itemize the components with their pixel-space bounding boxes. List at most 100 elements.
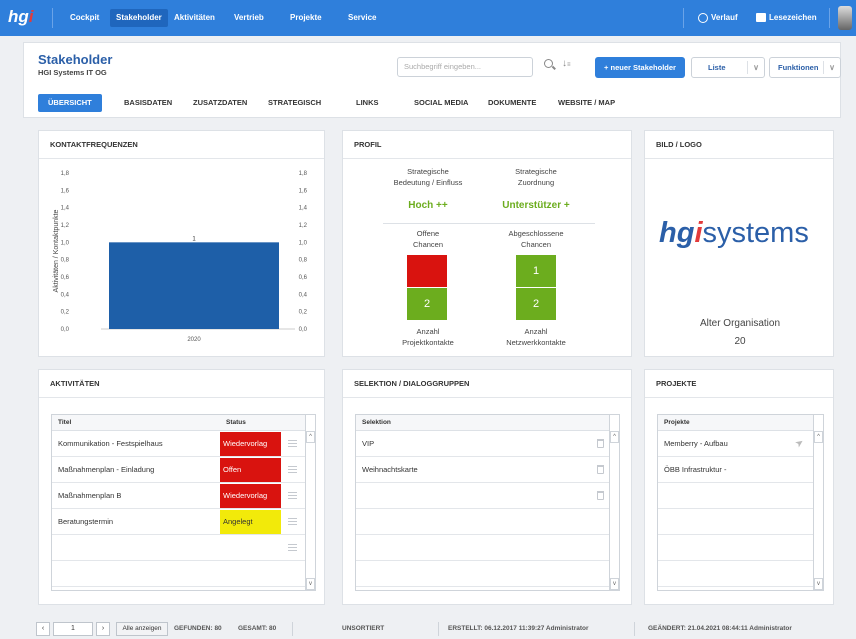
clock-icon [698,12,708,23]
page-number-input[interactable]: 1 [53,622,93,636]
scroll-up-icon[interactable]: ^ [814,431,823,443]
label-line: Chancen [520,240,552,249]
trash-icon[interactable] [597,491,604,500]
alter-value: 20 [734,336,746,347]
project-contacts-count[interactable]: 2 [407,288,447,320]
table-row[interactable] [658,561,823,587]
y-tick-label-right: 0,0 [299,327,308,333]
divider [829,8,830,28]
logo-systems: systems [702,217,809,249]
tab-uebersicht[interactable]: ÜBERSICHT [38,94,102,112]
table-row[interactable] [52,535,315,561]
menu-icon[interactable] [288,544,297,551]
y-tick-label-left: 1,4 [61,206,70,212]
nav-projekte[interactable]: Projekte [284,0,328,36]
table-row[interactable]: ÖBB Infrastruktur - [658,457,823,483]
scroll-down-icon[interactable]: v [306,578,315,590]
table-row[interactable] [356,535,619,561]
nav-service[interactable]: Service [342,0,382,36]
scrollbar[interactable]: ^ v [609,415,619,590]
search-icon[interactable] [544,59,553,68]
table-row[interactable]: Maßnahmenplan - Einladung Offen [52,457,315,483]
selektion-table: Selektion VIP Weihnachtskarte ^ v [355,414,620,591]
scroll-down-icon[interactable]: v [610,578,619,590]
list-label: Liste [708,63,726,72]
scroll-up-icon[interactable]: ^ [306,431,315,443]
profil-card: PROFIL Strategische Bedeutung / Einfluss … [342,130,632,357]
activity-title: Maßnahmenplan - Einladung [58,465,155,474]
tab-strategisch[interactable]: STRATEGISCH [258,94,331,112]
trash-icon[interactable] [597,439,604,448]
table-row[interactable] [658,535,823,561]
user-avatar[interactable] [838,6,852,30]
table-header: Titel Status [52,415,315,431]
functions-dropdown[interactable]: Funktionen ∨ [769,57,841,78]
scroll-down-icon[interactable]: v [814,578,823,590]
scroll-up-icon[interactable]: ^ [610,431,619,443]
list-dropdown[interactable]: Liste ∨ [691,57,765,78]
card-title: KONTAKTFREQUENZEN [39,131,324,159]
menu-icon[interactable] [288,518,297,525]
send-icon[interactable]: ➤ [789,431,811,457]
table-row[interactable]: Beratungstermin Angelegt [52,509,315,535]
projekte-table: Projekte Memberry - Aufbau ➤ ÖBB Infrastru… [657,414,824,591]
trash-icon[interactable] [597,465,604,474]
status-badge: Wiedervorlag [220,484,281,508]
divider [438,622,439,636]
tab-website-map[interactable]: WEBSITE / MAP [548,94,625,112]
new-stakeholder-button[interactable]: + neuer Stakeholder [595,57,685,78]
table-row[interactable]: Memberry - Aufbau ➤ [658,431,823,457]
card-title: PROFIL [343,131,631,159]
menu-icon[interactable] [288,492,297,499]
table-row[interactable]: Kommunikation - Festspielhaus Wiedervorla… [52,431,315,457]
aktivitaeten-card: AKTIVITÄTEN Titel Status Kommunikation - … [38,369,325,605]
prev-page-button[interactable]: ‹ [36,622,50,636]
network-contacts-count[interactable]: 2 [516,288,556,320]
open-opportunities-count[interactable] [407,255,447,287]
table-row[interactable] [356,561,619,587]
tab-links[interactable]: LINKS [346,94,389,112]
verlauf-button[interactable]: Verlauf [698,0,738,36]
tab-dokumente[interactable]: DOKUMENTE [478,94,546,112]
sort-status[interactable]: UNSORTIERT [342,625,384,632]
show-all-button[interactable]: Alle anzeigen [116,622,168,636]
bar-data-label: 1 [192,236,196,242]
nav-stakeholder[interactable]: Stakeholder [110,9,168,27]
table-body: VIP Weihnachtskarte [356,431,619,587]
lesezeichen-button[interactable]: Lesezeichen [756,0,817,36]
table-row[interactable]: Weihnachtskarte [356,457,619,483]
tab-zusatzdaten[interactable]: ZUSATZDATEN [183,94,257,112]
label-line: Zuordnung [517,178,555,187]
label-line: Projektkontakte [402,338,454,347]
label-line: Strategische [515,167,557,176]
divider [383,223,595,224]
label-line: Strategische [407,167,449,176]
table-row[interactable] [356,483,619,509]
menu-icon[interactable] [288,466,297,473]
table-row[interactable]: Maßnahmenplan B Wiedervorlag [52,483,315,509]
company-logo: hgisystems [659,217,809,250]
strategic-importance-value: Hoch ++ [408,200,448,211]
table-row[interactable] [658,509,823,535]
tab-basisdaten[interactable]: BASISDATEN [114,94,182,112]
table-row[interactable] [52,561,315,587]
scrollbar[interactable]: ^ v [305,415,315,590]
nav-vertrieb[interactable]: Vertrieb [228,0,270,36]
search-input[interactable]: Suchbegriff eingeben... [397,57,533,77]
scrollbar[interactable]: ^ v [813,415,823,590]
table-row[interactable]: VIP [356,431,619,457]
nav-cockpit[interactable]: Cockpit [64,0,105,36]
next-page-button[interactable]: › [96,622,110,636]
sort-icon[interactable]: ↓≡ [562,58,571,69]
table-row[interactable] [658,483,823,509]
tab-social-media[interactable]: SOCIAL MEDIA [404,94,478,112]
table-row[interactable] [356,509,619,535]
status-badge: Wiedervorlag [220,432,281,456]
closed-opportunities-count[interactable]: 1 [516,255,556,287]
menu-icon[interactable] [288,440,297,447]
y-tick-label-left: 1,0 [61,240,70,246]
y-tick-label-left: 0,6 [61,275,70,281]
app-logo[interactable]: hgi [8,7,34,27]
nav-aktivitaeten[interactable]: Aktivitäten [168,0,221,36]
table-header: Projekte [658,415,823,431]
